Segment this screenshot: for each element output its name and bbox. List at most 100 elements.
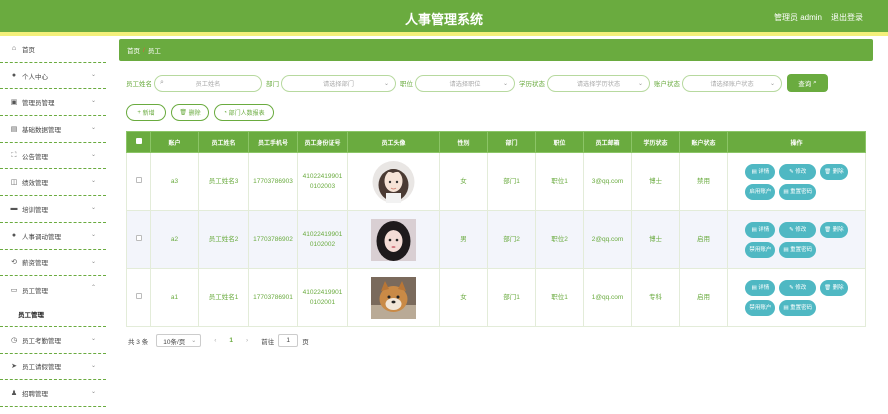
name-input[interactable]: ⌕ 员工姓名 bbox=[154, 74, 262, 92]
cell-ops: ▤ 详情 ✎ 修改 🗑 删除 禁用账户 ▤ 重置密码 bbox=[727, 210, 866, 269]
cell-gender: 女 bbox=[439, 152, 488, 211]
row-checkbox[interactable] bbox=[135, 234, 142, 241]
row-checkbox[interactable] bbox=[135, 176, 142, 183]
cell-gender: 男 bbox=[439, 210, 488, 269]
sidebar-item-salary[interactable]: ⟲ 薪资管理 ⌄ bbox=[0, 250, 106, 277]
report-button[interactable]: ◔ 部门人数报表 bbox=[214, 104, 274, 121]
cell-dept: 部门2 bbox=[487, 210, 536, 269]
sidebar-item-label: 员工考勤管理 bbox=[22, 337, 61, 345]
sidebar: ⌂ 首页 ● 个人中心 ⌄ ▣ 管理员管理 ⌄ ▤ 基础数据管理 ⌄ ⛶ 公告管理 ⌄ ◫ 绩效管理… bbox=[0, 36, 106, 414]
chart-icon: ◔ bbox=[223, 109, 227, 116]
sidebar-item-label: 薪资管理 bbox=[22, 260, 48, 268]
page-number[interactable]: 1 bbox=[229, 337, 233, 344]
sidebar-item-attendance[interactable]: ◷ 员工考勤管理 ⌄ bbox=[0, 327, 106, 354]
edu-select[interactable]: 请选择学历状态 ⌄ bbox=[547, 74, 650, 92]
name-label: 员工姓名 bbox=[126, 81, 152, 88]
sidebar-item-home[interactable]: ⌂ 首页 bbox=[0, 36, 106, 63]
row-delete-button[interactable]: 🗑 删除 bbox=[820, 279, 848, 296]
edit-button[interactable]: ✎ 修改 bbox=[779, 279, 817, 296]
toggle-account-button[interactable]: 启用账户 bbox=[745, 183, 776, 200]
main-content: 首页 / 员工 员工姓名 ⌕ 员工姓名 部门 请选择部门 ⌄ 职位 请选择职位 ⌄ 学… bbox=[106, 36, 888, 414]
cell-idcard: 410224199010102002 bbox=[297, 210, 348, 269]
sidebar-item-recruit[interactable]: ♟ 招聘管理 ⌄ bbox=[0, 380, 106, 407]
sidebar-item-profile[interactable]: ● 个人中心 ⌄ bbox=[0, 63, 106, 90]
row-checkbox-cell[interactable] bbox=[126, 210, 151, 269]
dept-label: 部门 bbox=[266, 81, 279, 88]
cell-avatar bbox=[347, 210, 440, 269]
clock-icon: ◷ bbox=[10, 336, 18, 344]
row-checkbox-cell[interactable] bbox=[126, 268, 151, 327]
sidebar-subitem-employee[interactable]: 员工管理 bbox=[0, 303, 106, 327]
chevron-up-icon: ⌃ bbox=[90, 285, 96, 292]
delete-button[interactable]: 🗑 删除 bbox=[171, 104, 209, 121]
send-icon: ➤ bbox=[11, 363, 17, 371]
trash-icon: 🗑 bbox=[824, 284, 832, 291]
detail-button[interactable]: ▤ 详情 bbox=[745, 279, 776, 296]
edit-button[interactable]: ✎ 修改 bbox=[779, 221, 817, 238]
placeholder: 请选择职位 bbox=[449, 80, 481, 88]
goto-page-input[interactable]: 1 bbox=[278, 334, 299, 347]
cell-phone: 17703786903 bbox=[248, 152, 298, 211]
sidebar-item-employee[interactable]: ▭ 员工管理 ⌃ bbox=[0, 276, 106, 303]
sidebar-item-label: 人事调动管理 bbox=[22, 233, 61, 241]
cell-name: 员工姓名3 bbox=[198, 152, 249, 211]
sidebar-item-label: 公告管理 bbox=[22, 153, 48, 161]
prev-page-button[interactable]: ‹ bbox=[214, 337, 216, 344]
toggle-account-button[interactable]: 禁用账户 bbox=[745, 299, 776, 316]
logout-link[interactable]: 退出登录 bbox=[831, 12, 863, 23]
pos-label: 职位 bbox=[400, 81, 413, 88]
row-delete-button[interactable]: 🗑 删除 bbox=[820, 163, 848, 180]
select-all-checkbox-cell[interactable] bbox=[126, 131, 151, 153]
row-checkbox-cell[interactable] bbox=[126, 152, 151, 211]
acct-label: 账户状态 bbox=[654, 81, 680, 88]
btn-label: 删除 bbox=[832, 284, 844, 291]
reset-password-button[interactable]: ▤ 重置密码 bbox=[779, 299, 817, 316]
add-button[interactable]: + 新增 bbox=[126, 104, 166, 121]
add-label: 新增 bbox=[142, 111, 155, 117]
search-icon: ⌕ bbox=[160, 78, 164, 86]
edit-button[interactable]: ✎ 修改 bbox=[779, 163, 817, 180]
column-header: 性别 bbox=[439, 131, 488, 153]
reset-icon: ▤ bbox=[783, 188, 789, 195]
reset-password-button[interactable]: ▤ 重置密码 bbox=[779, 241, 817, 258]
cell-edu: 专科 bbox=[631, 268, 680, 327]
next-page-button[interactable]: › bbox=[246, 337, 248, 344]
chevron-down-icon: ⌄ bbox=[90, 335, 96, 342]
sidebar-item-notice[interactable]: ⛶ 公告管理 ⌄ bbox=[0, 143, 106, 170]
breadcrumb-home[interactable]: 首页 bbox=[127, 45, 140, 55]
sidebar-item-training[interactable]: ▬ 培训管理 ⌄ bbox=[0, 196, 106, 223]
row-delete-button[interactable]: 🗑 删除 bbox=[820, 221, 848, 238]
toggle-account-button[interactable]: 禁用账户 bbox=[745, 241, 776, 258]
cell-phone: 17703786902 bbox=[248, 210, 298, 269]
row-checkbox[interactable] bbox=[135, 292, 142, 299]
dept-select[interactable]: 请选择部门 ⌄ bbox=[281, 74, 396, 92]
sidebar-item-transfer[interactable]: ● 人事调动管理 ⌄ bbox=[0, 223, 106, 250]
edit-icon: ✎ bbox=[789, 226, 794, 233]
person-icon: ● bbox=[11, 232, 17, 240]
sidebar-item-performance[interactable]: ◫ 绩效管理 ⌄ bbox=[0, 169, 106, 197]
table-header-row: 账户 员工姓名 员工手机号 员工身份证号 员工头像 性别 部门 职位 员工邮箱 … bbox=[126, 131, 866, 153]
table-row: a3 员工姓名3 17703786903 410224199010102003 bbox=[126, 152, 866, 211]
cell-email: 2@qq.com bbox=[583, 210, 632, 269]
btn-label: 删除 bbox=[832, 226, 844, 233]
detail-button[interactable]: ▤ 详情 bbox=[745, 163, 776, 180]
sidebar-item-basedata[interactable]: ▤ 基础数据管理 ⌄ bbox=[0, 116, 106, 143]
admin-label: 管理员 admin bbox=[773, 13, 822, 22]
pos-select[interactable]: 请选择职位 ⌄ bbox=[415, 74, 515, 92]
query-button[interactable]: 查询 ⌕ bbox=[787, 74, 828, 92]
page-size-select[interactable]: 10条/页 ⌄ bbox=[156, 334, 202, 347]
acct-select[interactable]: 请选择账户状态 ⌄ bbox=[682, 74, 782, 92]
column-header: 部门 bbox=[487, 131, 536, 153]
cell-position: 职位1 bbox=[535, 152, 584, 211]
btn-label: 修改 bbox=[795, 284, 807, 291]
database-icon: ▤ bbox=[10, 125, 18, 133]
sidebar-item-leave[interactable]: ➤ 员工请假管理 ⌄ bbox=[0, 354, 106, 381]
reset-password-button[interactable]: ▤ 重置密码 bbox=[779, 183, 817, 200]
cell-dept: 部门1 bbox=[487, 268, 536, 327]
detail-button[interactable]: ▤ 详情 bbox=[745, 221, 776, 238]
sidebar-item-admin[interactable]: ▣ 管理员管理 ⌄ bbox=[0, 89, 106, 117]
cell-account: a3 bbox=[150, 152, 199, 211]
placeholder: 请选择学历状态 bbox=[576, 80, 621, 88]
select-all-checkbox[interactable] bbox=[135, 138, 142, 144]
recruit-icon: ♟ bbox=[10, 390, 18, 398]
